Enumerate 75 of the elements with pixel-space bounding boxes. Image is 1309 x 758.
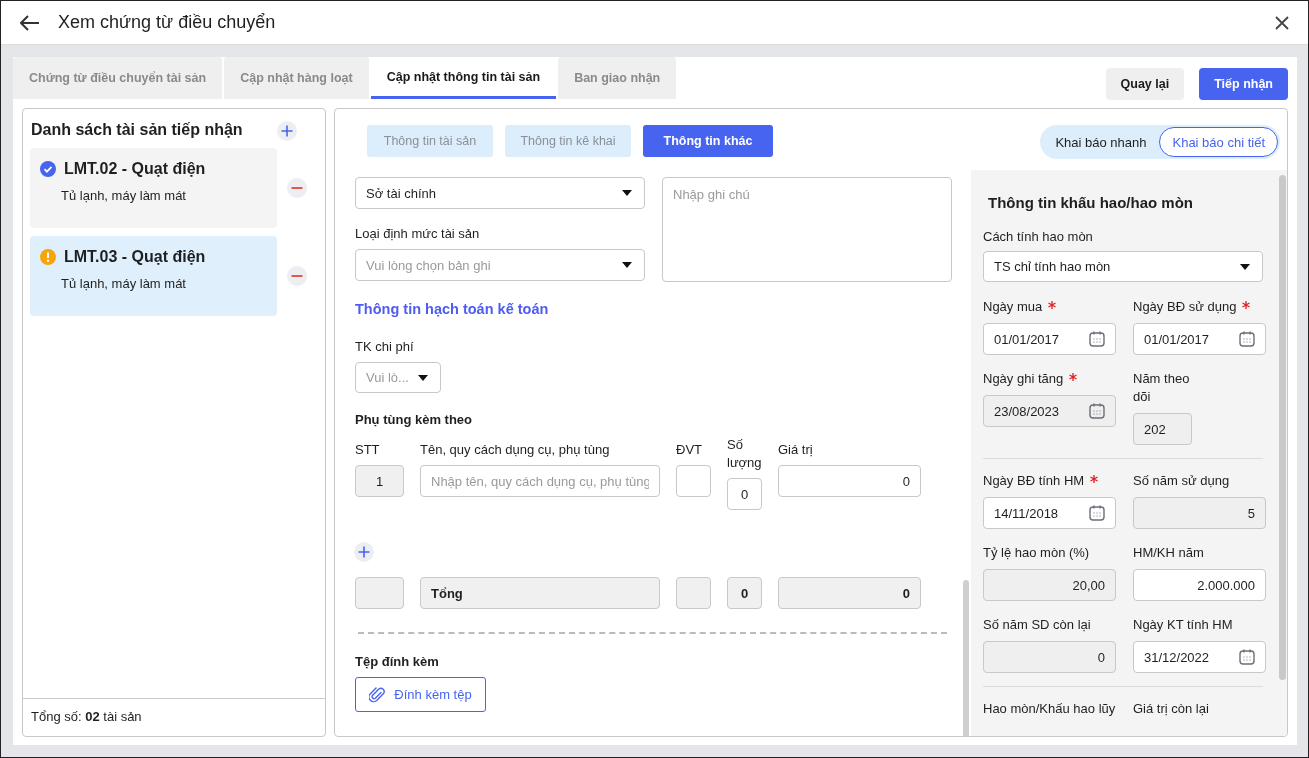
total-cell: 0 (727, 577, 762, 609)
calendar-icon (1088, 402, 1106, 420)
accept-button[interactable]: Tiếp nhận (1199, 68, 1288, 100)
asset-card[interactable]: LMT.02 - Quạt điện Tủ lạnh, máy làm mát (30, 148, 277, 228)
section-heading: Tệp đính kèm (355, 654, 440, 669)
caret-icon (622, 262, 632, 268)
total-count: Tổng số: 02 tài sản (23, 698, 325, 736)
date-field[interactable]: 01/01/2017 (983, 323, 1116, 355)
field-label: Cách tính hao mòn (983, 229, 1094, 244)
remove-icon[interactable] (287, 266, 307, 286)
calendar-icon (1238, 648, 1256, 666)
field-label: Tỷ lệ hao mòn (%) (983, 544, 1090, 562)
scrollbar[interactable] (963, 580, 969, 736)
column-header: ĐVT (676, 441, 703, 459)
date-field[interactable]: 14/11/2018 (983, 497, 1116, 529)
add-row-icon[interactable] (354, 542, 374, 562)
total-cell: Tổng (420, 577, 660, 609)
field-label: Giá trị còn lại (1133, 700, 1209, 718)
name-field[interactable]: Nhập tên, quy cách dụng cụ, phụ tùng (420, 465, 660, 497)
back-icon[interactable] (20, 14, 40, 31)
column-header: Giá trị (778, 441, 814, 459)
close-icon[interactable] (1274, 14, 1290, 31)
field-label: TK chi phí (355, 339, 415, 354)
attach-button[interactable]: Đính kèm tệp (355, 677, 486, 712)
panel-title: Danh sách tài sản tiếp nhận (31, 121, 243, 139)
field-label: Ngày BĐ sử dụng (1133, 298, 1237, 316)
caret-icon (418, 374, 428, 381)
field-label: Ngày KT tính HM (1133, 616, 1233, 634)
scrollbar[interactable] (1279, 175, 1286, 680)
caret-icon (622, 190, 632, 196)
toggle-option[interactable]: Khai báo nhanh (1042, 127, 1160, 157)
calendar-icon (1088, 504, 1106, 522)
asset-card[interactable]: LMT.03 - Quạt điện Tủ lạnh, máy làm mát (30, 236, 277, 316)
back-button[interactable]: Quay lại (1105, 68, 1185, 100)
table-input[interactable]: 0 (778, 465, 921, 497)
asset-name: LMT.02 - Quạt điện (64, 160, 206, 178)
field-label: Ngày BĐ tính HM (983, 472, 1085, 490)
number-field[interactable]: 2.000.000 (1133, 569, 1266, 601)
date-field[interactable]: 01/01/2017 (1133, 323, 1266, 355)
caret-icon (1240, 263, 1250, 270)
asset-name: LMT.03 - Quạt điện (64, 248, 206, 266)
field-label: Ngày ghi tăng (983, 370, 1064, 388)
total-cell: 0 (778, 577, 921, 609)
subtab[interactable]: Thông tin khác (643, 125, 773, 157)
paperclip-icon (369, 685, 386, 704)
date-field[interactable]: 31/12/2022 (1133, 641, 1266, 673)
table-input[interactable]: 0 (727, 478, 762, 510)
window-title: Xem chứng từ điều chuyển (58, 12, 277, 33)
row-number-field[interactable]: 1 (355, 465, 404, 497)
column-header: STT (355, 441, 381, 459)
field-label: Số năm sử dụng (1133, 472, 1230, 490)
field-label: Năm theo dõi (1133, 370, 1191, 406)
calendar-icon (1088, 330, 1106, 348)
field-label: Số năm SD còn lại (983, 616, 1091, 634)
section-heading: Thông tin khấu hao/hao mòn (988, 194, 1194, 211)
field-label: HM/KH năm (1133, 544, 1204, 562)
column-header: Số lượng (727, 436, 762, 472)
section-heading: Thông tin hạch toán kế toán (355, 301, 550, 317)
dropdown[interactable]: TS chỉ tính hao mòn (983, 251, 1263, 282)
asset-category: Tủ lạnh, máy làm mát (61, 188, 187, 203)
field-label: Ngày mua (983, 298, 1043, 316)
total-cell (355, 577, 404, 609)
section-heading: Phụ tùng kèm theo (355, 412, 473, 427)
add-icon[interactable] (277, 121, 297, 141)
table-input[interactable] (676, 465, 711, 497)
field-label: Loại định mức tài sản (355, 226, 481, 241)
asset-category: Tủ lạnh, máy làm mát (61, 276, 187, 291)
toggle-option[interactable]: Khai báo chi tiết (1159, 127, 1278, 157)
field-label: Hao mòn/Khấu hao lũy (983, 700, 1116, 718)
total-cell (676, 577, 711, 609)
note-field[interactable]: Nhập ghi chú (662, 177, 952, 282)
column-header: Tên, quy cách dụng cụ, phụ tùng (420, 441, 611, 459)
dropdown[interactable]: Sở tài chính (355, 177, 645, 209)
remove-icon[interactable] (287, 178, 307, 198)
calendar-icon (1238, 330, 1256, 348)
